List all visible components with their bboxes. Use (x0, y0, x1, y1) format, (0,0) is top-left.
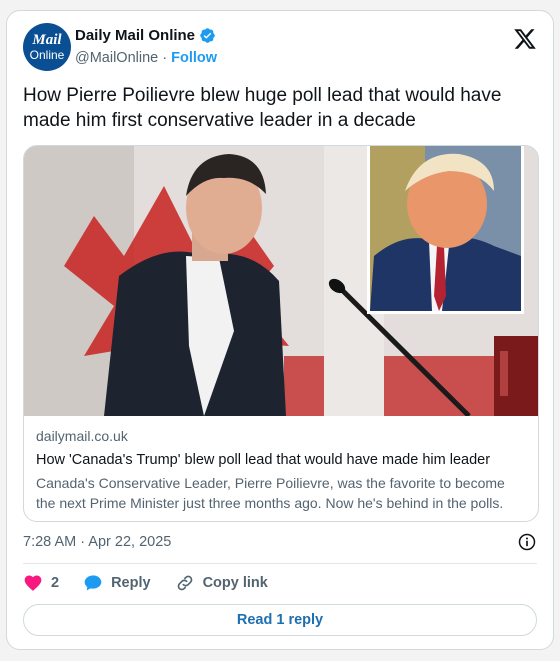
timestamp-row: 7:28 AM · Apr 22, 2025 (23, 532, 537, 552)
read-replies-button[interactable]: Read 1 reply (23, 604, 537, 636)
heart-icon (24, 575, 42, 591)
copy-link-button[interactable]: Copy link (175, 573, 268, 593)
timestamp[interactable]: 7:28 AM · Apr 22, 2025 (23, 534, 171, 550)
card-description: Canada's Conservative Leader, Pierre Poi… (36, 475, 505, 511)
account-names: Daily Mail Online @MailOnline · Follow (75, 27, 217, 66)
link-icon (177, 575, 192, 591)
handle[interactable]: @MailOnline (75, 50, 158, 66)
follow-button[interactable]: Follow (171, 50, 217, 66)
divider (23, 563, 537, 564)
like-count: 2 (51, 575, 60, 591)
card-image (24, 146, 538, 416)
reply-button[interactable]: Reply (83, 573, 151, 593)
like-button[interactable]: 2 (23, 573, 59, 593)
display-name[interactable]: Daily Mail Online (75, 27, 195, 44)
info-icon[interactable] (517, 532, 537, 552)
x-logo-icon[interactable] (513, 27, 537, 51)
card-domain: dailymail.co.uk (36, 428, 128, 444)
avatar[interactable]: Mail Online (23, 23, 71, 71)
card-photo (24, 146, 538, 416)
verified-badge-icon (200, 28, 215, 43)
action-bar: 2 Reply Copy link (23, 571, 292, 595)
card-meta: dailymail.co.uk How 'Canada's Trump' ble… (36, 428, 526, 513)
tweet-header: Mail Online Daily Mail Online @MailOnlin… (23, 23, 537, 75)
handle-row: @MailOnline · Follow (75, 50, 217, 66)
tweet-text: How Pierre Poilievre blew huge poll lead… (23, 85, 502, 131)
reply-bubble-icon (84, 575, 102, 591)
avatar-line2: Online (29, 48, 65, 62)
link-preview-card[interactable]: dailymail.co.uk How 'Canada's Trump' ble… (23, 145, 539, 522)
reply-label: Reply (111, 575, 151, 591)
copy-link-label: Copy link (202, 575, 268, 591)
card-title[interactable]: How 'Canada's Trump' blew poll lead that… (36, 452, 526, 468)
tweet-embed: Mail Online Daily Mail Online @MailOnlin… (6, 10, 554, 650)
handle-separator: · (162, 50, 168, 66)
avatar-line1: Mail (32, 32, 62, 48)
display-name-row: Daily Mail Online (75, 27, 217, 44)
